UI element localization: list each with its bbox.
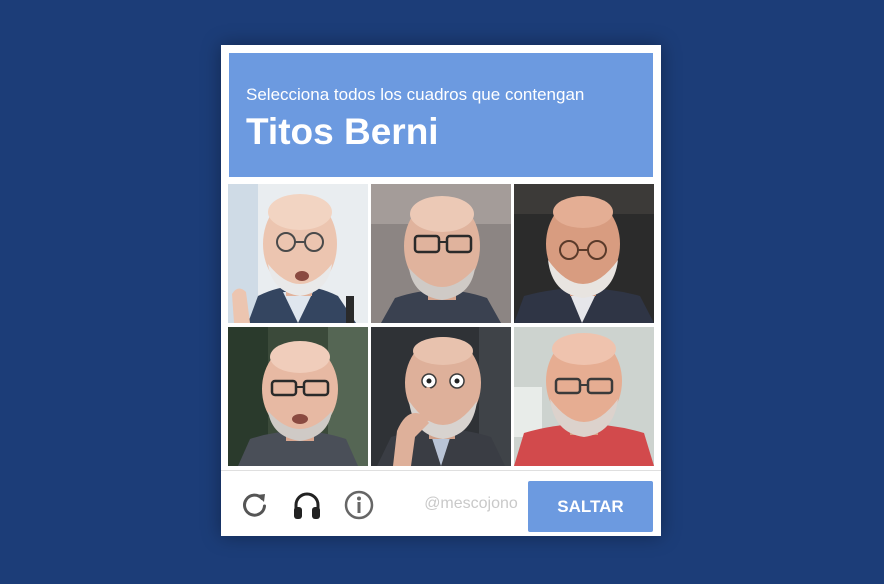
bald-man-with-glasses-photo-5 [371,327,511,466]
bald-man-with-glasses-photo-6 [514,327,654,466]
captcha-target: Titos Berni [246,111,439,152]
headphones-icon [294,492,320,519]
audio-challenge-button[interactable] [291,489,323,521]
bald-man-with-glasses-photo-4 [228,327,368,466]
info-icon [344,490,374,520]
captcha-widget: Selecciona todos los cuadros que conteng… [221,45,661,536]
captcha-footer: @mescojono SALTAR [221,470,661,537]
image-tile-5[interactable] [371,327,511,466]
captcha-header: Selecciona todos los cuadros que conteng… [229,53,653,177]
bald-man-with-glasses-photo-2 [371,184,511,323]
image-tile-3[interactable] [514,184,654,323]
reload-icon [243,493,266,517]
reload-button[interactable] [238,489,270,521]
image-grid [228,184,654,466]
captcha-instruction: Selecciona todos los cuadros que conteng… [246,85,585,104]
image-tile-2[interactable] [371,184,511,323]
info-button[interactable] [343,489,375,521]
image-tile-6[interactable] [514,327,654,466]
watermark-handle: @mescojono [424,495,518,512]
bald-man-with-glasses-photo-3 [514,184,654,323]
image-tile-1[interactable] [228,184,368,323]
image-tile-4[interactable] [228,327,368,466]
bald-man-with-glasses-photo-1 [228,184,368,323]
skip-button[interactable]: SALTAR [528,481,653,532]
